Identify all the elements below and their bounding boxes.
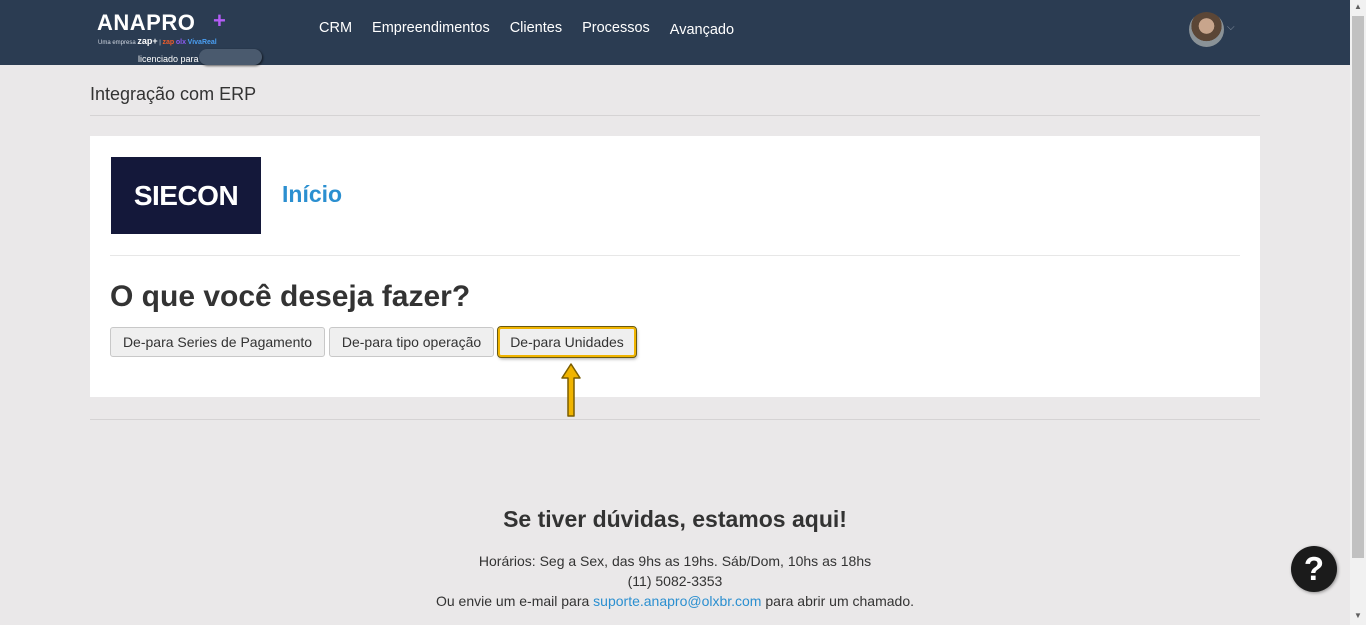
section-heading: Início (282, 181, 343, 207)
top-navbar: ANAPRO + Uma empresa zap+ | zap olx Viva… (0, 0, 1350, 65)
de-para-tipo-operacao-button[interactable]: De-para tipo operação (329, 327, 494, 357)
user-avatar[interactable] (1189, 12, 1224, 47)
integration-panel: SIECON Início O que você deseja fazer? D… (90, 136, 1260, 397)
page-scrollbar[interactable]: ▲ ▼ (1350, 0, 1366, 625)
siecon-logo: SIECON (111, 157, 261, 234)
footer-email-line: Ou envie um e-mail para suporte.anapro@o… (0, 593, 1350, 609)
nav-item-crm[interactable]: CRM (319, 20, 352, 36)
nav-item-clientes[interactable]: Clientes (510, 20, 562, 36)
logo-sub-brand-olx: olx (175, 39, 186, 46)
scroll-thumb[interactable] (1352, 16, 1364, 558)
license-label: licenciado para (138, 54, 199, 64)
de-para-unidades-button[interactable]: De-para Unidades (497, 326, 637, 358)
logo-sub-prefix: Uma empresa (98, 40, 136, 46)
action-question: O que você deseja fazer? (110, 280, 471, 313)
footer-email-prefix: Ou envie um e-mail para (435, 593, 590, 609)
chevron-down-icon[interactable]: ⌵ (1227, 22, 1235, 33)
footer-email-suffix: para abrir um chamado. (765, 593, 915, 609)
arrow-up-icon (561, 363, 581, 417)
logo-sub-zap: zap+ (137, 36, 158, 46)
page-title: Integração com ERP (90, 84, 257, 104)
logo-plus-icon: + (213, 8, 226, 33)
main-nav: CRM Empreendimentos Clientes Processos A… (319, 20, 754, 38)
divider (90, 419, 1260, 420)
logo-wordmark: ANAPRO (97, 10, 196, 35)
anapro-logo[interactable]: ANAPRO + Uma empresa zap+ | zap olx Viva… (97, 8, 232, 48)
nav-item-empreendimentos[interactable]: Empreendimentos (372, 20, 490, 36)
divider (90, 115, 1260, 116)
nav-item-processos[interactable]: Processos (582, 20, 650, 36)
nav-item-avancado[interactable]: Avançado (670, 22, 734, 38)
scroll-up-icon[interactable]: ▲ (1354, 2, 1362, 11)
footer-hours: Horários: Seg a Sex, das 9hs as 19hs. Sá… (478, 553, 872, 569)
support-email-link[interactable]: suporte.anapro@olxbr.com (593, 593, 761, 609)
de-para-series-pagamento-button[interactable]: De-para Series de Pagamento (110, 327, 325, 357)
scroll-down-icon[interactable]: ▼ (1354, 611, 1362, 620)
footer-title: Se tiver dúvidas, estamos aqui! (503, 506, 847, 532)
license-redacted-pill (199, 49, 262, 65)
logo-sub-brand-vivareal: VivaReal (187, 39, 217, 46)
footer-phone: (11) 5082-3353 (627, 573, 723, 589)
logo-subtitle: Uma empresa zap+ | zap olx VivaReal (98, 36, 217, 46)
divider (110, 255, 1240, 256)
help-icon[interactable]: ? (1291, 546, 1337, 592)
logo-sub-brand-zap: zap (162, 39, 175, 46)
